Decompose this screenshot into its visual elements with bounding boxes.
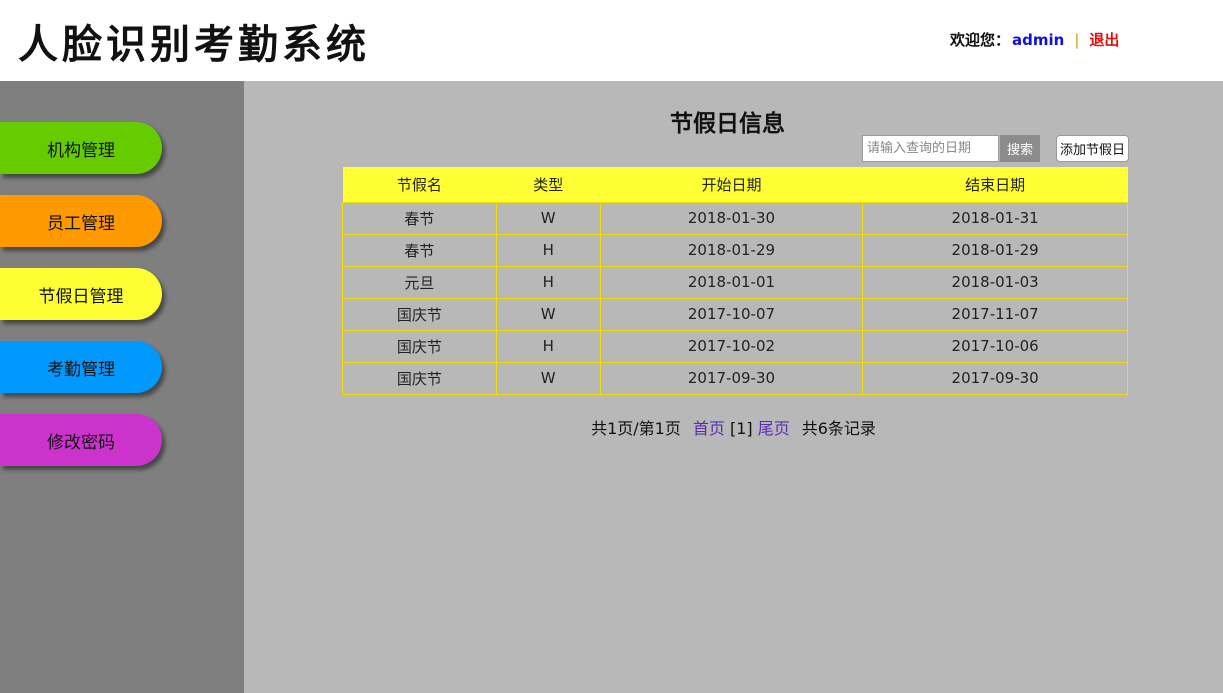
sidebar-item-employee[interactable]: 员工管理 <box>0 195 162 247</box>
page-info: 共1页/第1页 <box>591 419 681 438</box>
column-header-end-date: 结束日期 <box>862 167 1128 202</box>
app-title: 人脸识别考勤系统 <box>18 21 370 68</box>
cell-start-date: 2017-10-07 <box>599 297 864 331</box>
total-records: 共6条记录 <box>801 419 876 438</box>
cell-type: W <box>495 201 601 235</box>
table-row: 国庆节 W 2017-10-07 2017-11-07 <box>342 297 1128 331</box>
column-header-name: 节假名 <box>342 167 497 202</box>
cell-end-date: 2017-10-06 <box>862 329 1128 363</box>
cell-type: H <box>495 329 601 363</box>
cell-name: 国庆节 <box>342 329 497 363</box>
sidebar: 机构管理 员工管理 节假日管理 考勤管理 修改密码 <box>0 81 244 693</box>
cell-start-date: 2017-09-30 <box>599 361 864 395</box>
welcome-label: 欢迎您： <box>950 31 1011 49</box>
last-page-link[interactable]: 尾页 <box>758 419 790 438</box>
cell-end-date: 2018-01-03 <box>862 265 1128 299</box>
main-content: 节假日信息 搜索 添加节假日 节假名 类型 开始日期 结束日期 春节 W 201… <box>244 81 1223 693</box>
cell-name: 元旦 <box>342 265 497 299</box>
sidebar-item-holiday[interactable]: 节假日管理 <box>0 268 162 320</box>
cell-name: 国庆节 <box>342 297 497 331</box>
first-page-link[interactable]: 首页 <box>693 419 725 438</box>
search-button[interactable]: 搜索 <box>1000 135 1040 162</box>
cell-name: 国庆节 <box>342 361 497 395</box>
table-row: 元旦 H 2018-01-01 2018-01-03 <box>342 265 1128 299</box>
search-input[interactable] <box>862 135 999 162</box>
cell-start-date: 2017-10-02 <box>599 329 864 363</box>
cell-name: 春节 <box>342 233 497 267</box>
cell-name: 春节 <box>342 201 497 235</box>
sidebar-item-organization[interactable]: 机构管理 <box>0 122 162 174</box>
cell-type: H <box>495 265 601 299</box>
sidebar-item-change-password[interactable]: 修改密码 <box>0 414 162 466</box>
table-row: 春节 W 2018-01-30 2018-01-31 <box>342 201 1128 235</box>
cell-end-date: 2018-01-29 <box>862 233 1128 267</box>
add-holiday-button[interactable]: 添加节假日 <box>1056 135 1129 162</box>
username: admin <box>1012 31 1065 49</box>
cell-end-date: 2017-11-07 <box>862 297 1128 331</box>
pagination: 共1页/第1页 首页 [1] 尾页 共6条记录 <box>244 415 1223 439</box>
cell-start-date: 2018-01-01 <box>599 265 864 299</box>
logout-link[interactable]: 退出 <box>1089 31 1119 49</box>
cell-start-date: 2018-01-29 <box>599 233 864 267</box>
table-header-row: 节假名 类型 开始日期 结束日期 <box>342 167 1128 202</box>
sidebar-item-attendance[interactable]: 考勤管理 <box>0 341 162 393</box>
cell-type: W <box>495 297 601 331</box>
cell-end-date: 2017-09-30 <box>862 361 1128 395</box>
cell-start-date: 2018-01-30 <box>599 201 864 235</box>
table-row: 国庆节 H 2017-10-02 2017-10-06 <box>342 329 1128 363</box>
table-row: 国庆节 W 2017-09-30 2017-09-30 <box>342 361 1128 395</box>
page-title-text: 节假日信息 <box>670 111 785 137</box>
cell-end-date: 2018-01-31 <box>862 201 1128 235</box>
header: 人脸识别考勤系统 欢迎您： admin | 退出 <box>0 0 1223 81</box>
current-page: [1] <box>729 419 753 438</box>
column-header-start-date: 开始日期 <box>600 167 863 202</box>
table-row: 春节 H 2018-01-29 2018-01-29 <box>342 233 1128 267</box>
separator: | <box>1074 31 1080 49</box>
cell-type: W <box>495 361 601 395</box>
page-title: 节假日信息 <box>244 104 1223 138</box>
user-bar: 欢迎您： admin | 退出 <box>950 29 1119 50</box>
cell-type: H <box>495 233 601 267</box>
holiday-table: 节假名 类型 开始日期 结束日期 春节 W 2018-01-30 2018-01… <box>342 167 1128 395</box>
column-header-type: 类型 <box>496 167 601 202</box>
